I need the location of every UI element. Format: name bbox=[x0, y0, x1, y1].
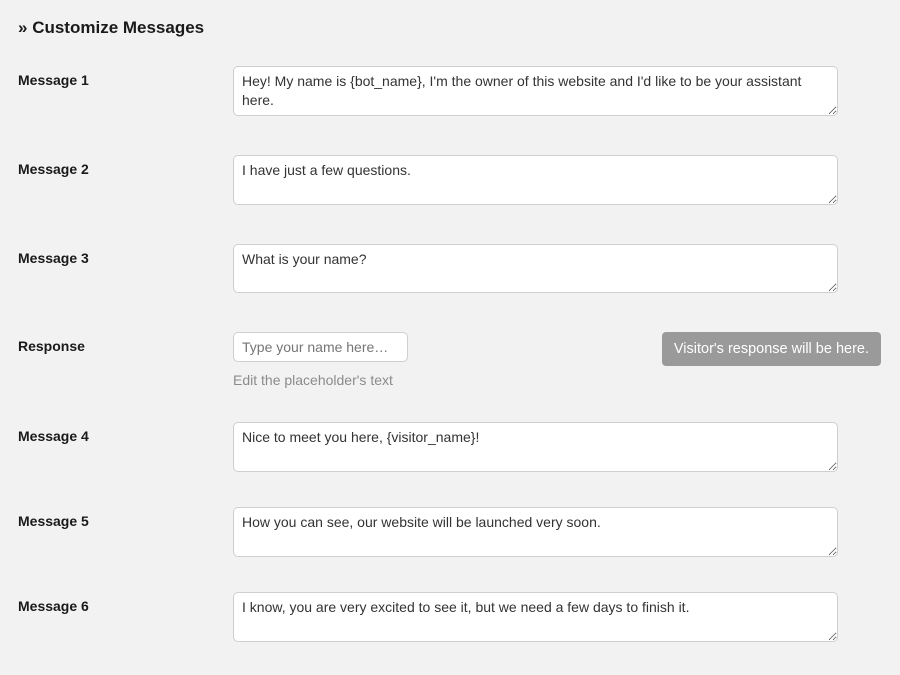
message-1-label: Message 1 bbox=[18, 66, 233, 88]
response-row: Response Edit the placeholder's text Vis… bbox=[18, 332, 882, 388]
section-title-prefix: » bbox=[18, 18, 32, 37]
section-title: » Customize Messages bbox=[18, 18, 882, 38]
message-row-6: Message 6 bbox=[18, 592, 882, 647]
message-3-field bbox=[233, 244, 838, 299]
response-preview-badge: Visitor's response will be here. bbox=[662, 332, 881, 366]
message-6-input[interactable] bbox=[233, 592, 838, 642]
response-placeholder-input[interactable] bbox=[233, 332, 408, 362]
message-6-label: Message 6 bbox=[18, 592, 233, 614]
message-row-2: Message 2 bbox=[18, 155, 882, 210]
message-5-label: Message 5 bbox=[18, 507, 233, 529]
message-5-input[interactable] bbox=[233, 507, 838, 557]
message-4-input[interactable] bbox=[233, 422, 838, 472]
message-row-5: Message 5 bbox=[18, 507, 882, 562]
section-title-text: Customize Messages bbox=[32, 18, 204, 37]
message-3-input[interactable] bbox=[233, 244, 838, 294]
message-2-label: Message 2 bbox=[18, 155, 233, 177]
message-1-field bbox=[233, 66, 838, 121]
message-1-input[interactable] bbox=[233, 66, 838, 116]
message-2-input[interactable] bbox=[233, 155, 838, 205]
message-4-label: Message 4 bbox=[18, 422, 233, 444]
message-row-1: Message 1 bbox=[18, 66, 882, 121]
message-4-field bbox=[233, 422, 838, 477]
message-2-field bbox=[233, 155, 838, 210]
customize-messages-section: » Customize Messages Message 1 Message 2… bbox=[0, 0, 900, 675]
response-hint: Edit the placeholder's text bbox=[233, 372, 881, 388]
message-3-label: Message 3 bbox=[18, 244, 233, 266]
message-row-4: Message 4 bbox=[18, 422, 882, 477]
message-row-3: Message 3 bbox=[18, 244, 882, 299]
message-5-field bbox=[233, 507, 838, 562]
message-6-field bbox=[233, 592, 838, 647]
response-field: Edit the placeholder's text Visitor's re… bbox=[233, 332, 881, 388]
response-label: Response bbox=[18, 332, 233, 354]
